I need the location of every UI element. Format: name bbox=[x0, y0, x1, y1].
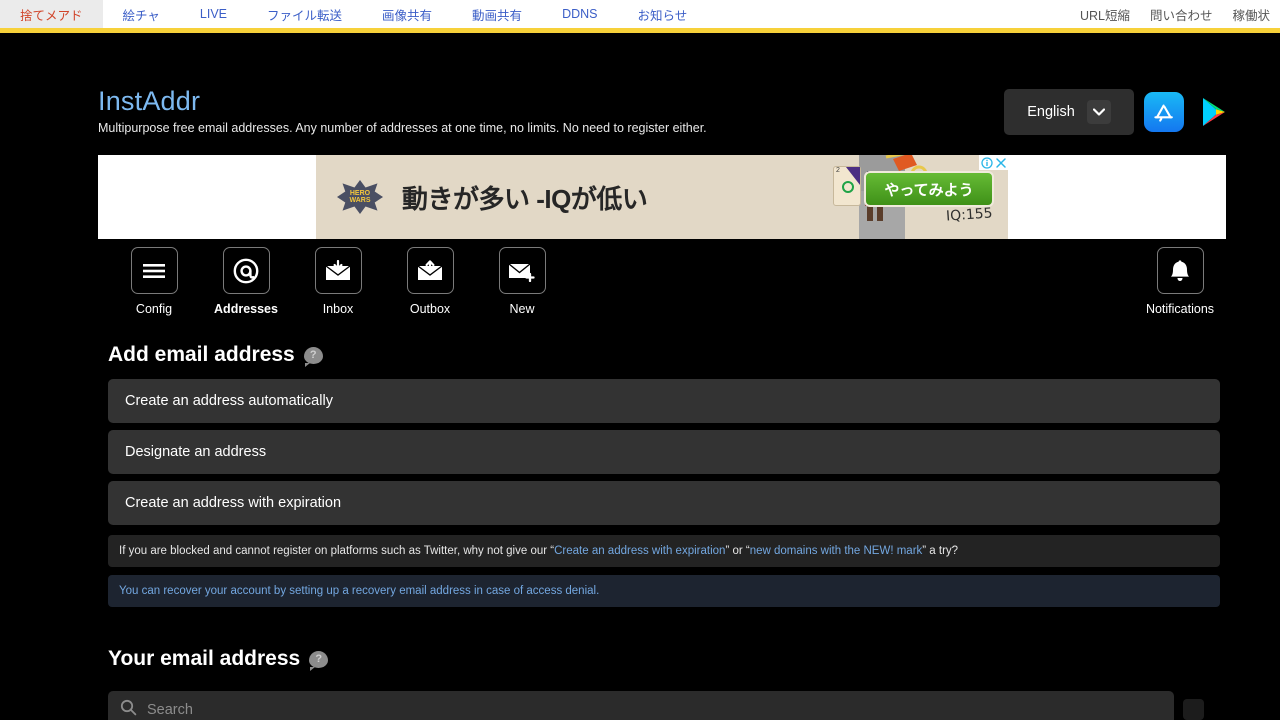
ad-brand-line1: HERO bbox=[349, 189, 371, 197]
adchoices-info-icon[interactable] bbox=[980, 156, 993, 169]
your-email-address-heading: Your email address ? bbox=[108, 647, 329, 671]
ad-close-icon[interactable] bbox=[994, 156, 1007, 169]
search-row: Search bbox=[108, 691, 1220, 720]
add-email-address-heading: Add email address ? bbox=[108, 343, 323, 367]
bell-icon bbox=[1156, 247, 1204, 294]
envelope-download-icon bbox=[314, 247, 362, 294]
toolbar-label-addresses: Addresses bbox=[214, 302, 278, 316]
ad-brand-line2: WARS bbox=[349, 197, 371, 204]
search-input[interactable]: Search bbox=[108, 691, 1174, 720]
toolbar-label-config: Config bbox=[135, 302, 173, 316]
notice-text-pre: If you are blocked and cannot register o… bbox=[119, 545, 555, 557]
notice-link-expiration[interactable]: Create an address with expiration bbox=[554, 545, 725, 557]
search-placeholder: Search bbox=[147, 701, 193, 718]
toolbar-item-addresses[interactable]: Addresses bbox=[200, 247, 292, 316]
toolbar-item-inbox[interactable]: Inbox bbox=[292, 247, 384, 316]
language-selector[interactable]: English bbox=[1004, 89, 1134, 135]
top-nav-left-group: 捨てメアド 絵チャ LIVE ファイル転送 画像共有 動画共有 DDNS お知ら… bbox=[0, 0, 707, 28]
toolbar-label-outbox: Outbox bbox=[409, 302, 451, 316]
google-play-icon[interactable] bbox=[1194, 92, 1234, 132]
notice-text-mid: ” or “ bbox=[725, 545, 750, 557]
top-nav-item-image-share[interactable]: 画像共有 bbox=[362, 0, 452, 28]
ad-card-number: 2 bbox=[836, 167, 840, 174]
top-nav-item-status[interactable]: 稼働状 bbox=[1222, 0, 1280, 28]
envelope-plus-icon bbox=[498, 247, 546, 294]
main-toolbar: Config Addresses Inbox Outbox New Notifi… bbox=[108, 247, 1226, 316]
top-nav-item-ddns[interactable]: DDNS bbox=[542, 0, 617, 28]
create-address-automatically-button[interactable]: Create an address automatically bbox=[108, 379, 1220, 423]
top-nav-item-sutemeado[interactable]: 捨てメアド bbox=[0, 0, 103, 28]
ad-creative[interactable]: HERO WARS 動きが多い -IQが低い IQ:155 2 やってみよう bbox=[316, 155, 1008, 239]
ad-iq-label: IQ:155 bbox=[945, 205, 994, 225]
app-store-icon[interactable] bbox=[1144, 92, 1184, 132]
brand-header: InstAddr Multipurpose free email address… bbox=[98, 85, 1234, 135]
hamburger-menu-icon bbox=[130, 247, 178, 294]
toolbar-label-notifications: Notifications bbox=[1145, 302, 1215, 316]
top-nav-item-news[interactable]: お知らせ bbox=[617, 0, 707, 28]
hero-wars-logo-icon: HERO WARS bbox=[334, 177, 386, 217]
search-icon bbox=[120, 699, 137, 720]
at-sign-icon bbox=[222, 247, 270, 294]
toolbar-item-config[interactable]: Config bbox=[108, 247, 200, 316]
notice-link-new-domains[interactable]: new domains with the NEW! mark bbox=[750, 545, 923, 557]
toolbar-label-new: New bbox=[509, 302, 535, 316]
page-tagline: Multipurpose free email addresses. Any n… bbox=[98, 121, 707, 135]
top-nav-item-file-transfer[interactable]: ファイル転送 bbox=[247, 0, 362, 28]
ad-left-filler bbox=[98, 155, 316, 239]
top-nav-right-group: URL短縮 問い合わせ 稼働状 bbox=[1070, 0, 1280, 28]
top-nav-item-url-shortener[interactable]: URL短縮 bbox=[1070, 0, 1140, 28]
ad-badges bbox=[979, 155, 1008, 170]
header-actions: English bbox=[1004, 89, 1234, 135]
blocked-platforms-notice: If you are blocked and cannot register o… bbox=[108, 535, 1220, 567]
ad-headline: 動きが多い -IQが低い bbox=[402, 183, 648, 214]
envelope-upload-icon bbox=[406, 247, 454, 294]
top-navigation-bar: 捨てメアド 絵チャ LIVE ファイル転送 画像共有 動画共有 DDNS お知ら… bbox=[0, 0, 1280, 28]
your-email-address-title: Your email address bbox=[108, 647, 301, 670]
toolbar-item-notifications[interactable]: Notifications bbox=[1134, 247, 1226, 316]
ad-cta-button[interactable]: やってみよう bbox=[864, 171, 994, 207]
chevron-down-icon bbox=[1086, 100, 1111, 124]
page-title: InstAddr bbox=[98, 86, 201, 116]
advertisement-banner[interactable]: HERO WARS 動きが多い -IQが低い IQ:155 2 やってみよう bbox=[98, 155, 1226, 239]
language-selector-value: English bbox=[1027, 104, 1075, 120]
top-nav-item-echa[interactable]: 絵チャ bbox=[103, 0, 180, 28]
help-bubble-icon[interactable]: ? bbox=[303, 346, 323, 367]
recovery-email-link[interactable]: You can recover your account by setting … bbox=[119, 585, 599, 597]
top-nav-item-video-share[interactable]: 動画共有 bbox=[452, 0, 542, 28]
ad-uno-card-icon: 2 bbox=[833, 166, 861, 206]
brand-text-block: InstAddr Multipurpose free email address… bbox=[98, 85, 707, 135]
page-body: InstAddr Multipurpose free email address… bbox=[0, 33, 1280, 720]
notice-text-post: ” a try? bbox=[922, 545, 959, 557]
create-address-with-expiration-button[interactable]: Create an address with expiration bbox=[108, 481, 1220, 525]
add-email-address-title: Add email address bbox=[108, 343, 295, 366]
ad-right-filler bbox=[1008, 155, 1226, 239]
top-nav-item-live[interactable]: LIVE bbox=[180, 0, 247, 28]
help-bubble-icon[interactable]: ? bbox=[309, 650, 329, 671]
toolbar-item-outbox[interactable]: Outbox bbox=[384, 247, 476, 316]
search-action-button[interactable] bbox=[1183, 699, 1204, 720]
toolbar-label-inbox: Inbox bbox=[322, 302, 354, 316]
designate-address-button[interactable]: Designate an address bbox=[108, 430, 1220, 474]
recovery-email-notice[interactable]: You can recover your account by setting … bbox=[108, 575, 1220, 607]
toolbar-item-new[interactable]: New bbox=[476, 247, 568, 316]
top-nav-item-contact[interactable]: 問い合わせ bbox=[1140, 0, 1223, 28]
